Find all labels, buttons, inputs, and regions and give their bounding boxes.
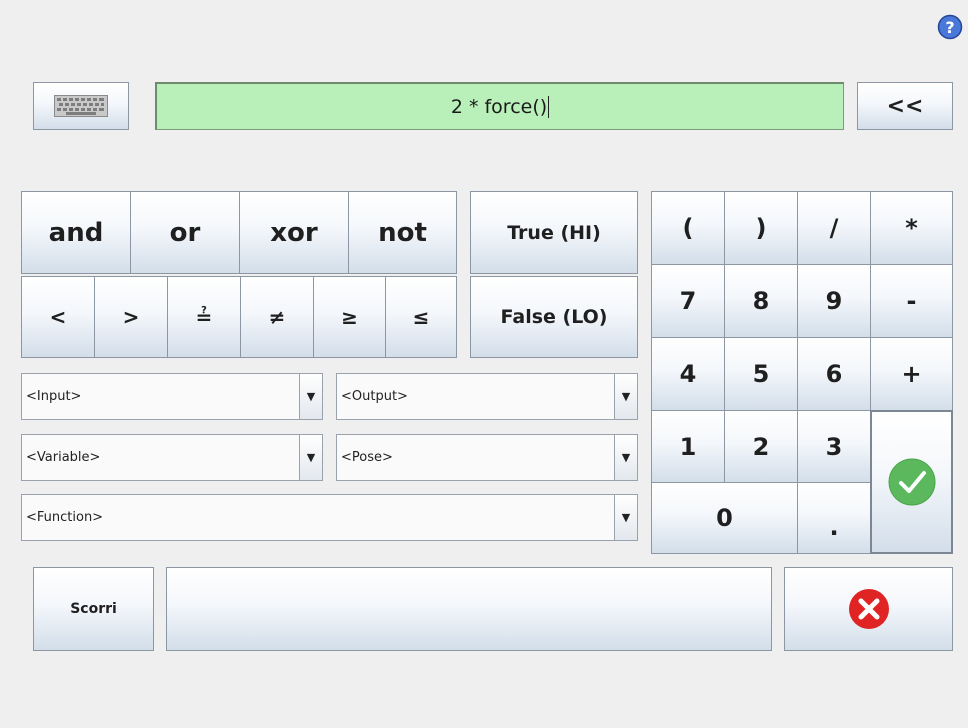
expression-text: 2 * force() — [450, 95, 548, 118]
backspace-button[interactable]: << — [857, 82, 953, 130]
suggestion-bar[interactable] — [166, 567, 772, 651]
key-6[interactable]: 6 — [797, 337, 871, 411]
not-equal-label: ≠ — [268, 305, 286, 329]
true-button[interactable]: True (HI) — [470, 191, 638, 274]
variable-dropdown-value: <Variable> — [26, 450, 101, 465]
greater-equal-button[interactable]: ≥ — [313, 276, 386, 358]
chevron-down-icon[interactable]: ▼ — [614, 435, 637, 480]
function-dropdown-value: <Function> — [26, 510, 104, 525]
cancel-button[interactable] — [784, 567, 953, 651]
key-label: 1 — [679, 432, 697, 461]
key-label: / — [829, 214, 839, 242]
or-button[interactable]: or — [130, 191, 240, 274]
function-dropdown[interactable]: <Function> ▼ — [21, 494, 638, 541]
key-label: 4 — [679, 360, 697, 388]
scroll-button[interactable]: Scorri — [33, 567, 154, 651]
key-0[interactable]: 0 — [651, 482, 798, 554]
chevron-down-icon[interactable]: ▼ — [614, 495, 637, 540]
ok-button[interactable] — [870, 410, 953, 554]
key-multiply[interactable]: * — [870, 191, 953, 265]
not-equal-button[interactable]: ≠ — [240, 276, 314, 358]
or-label: or — [169, 217, 201, 248]
key-3[interactable]: 3 — [797, 410, 871, 483]
expression-field[interactable]: 2 * force() — [155, 82, 844, 130]
not-button[interactable]: not — [348, 191, 457, 274]
help-button[interactable]: ? — [937, 14, 963, 40]
scroll-label: Scorri — [70, 601, 117, 617]
false-label: False (LO) — [500, 306, 608, 328]
keyboard-icon — [54, 95, 108, 117]
greater-than-button[interactable]: > — [94, 276, 168, 358]
key-close-paren[interactable]: ) — [724, 191, 798, 265]
key-label: 2 — [752, 432, 770, 461]
equal-label: ≟ — [195, 305, 213, 329]
key-label: + — [901, 360, 922, 388]
xor-label: xor — [270, 217, 318, 248]
key-label: 5 — [752, 360, 770, 388]
less-than-button[interactable]: < — [21, 276, 95, 358]
key-label: 9 — [825, 287, 843, 315]
svg-text:?: ? — [945, 18, 954, 37]
false-button[interactable]: False (LO) — [470, 276, 638, 358]
key-open-paren[interactable]: ( — [651, 191, 725, 265]
keyboard-button[interactable] — [33, 82, 129, 130]
xor-button[interactable]: xor — [239, 191, 349, 274]
key-minus[interactable]: - — [870, 264, 953, 338]
and-button[interactable]: and — [21, 191, 131, 274]
key-label: 7 — [679, 287, 697, 315]
equal-button[interactable]: ≟ — [167, 276, 241, 358]
pose-dropdown-value: <Pose> — [341, 450, 393, 465]
less-equal-button[interactable]: ≤ — [385, 276, 457, 358]
text-cursor — [548, 95, 550, 118]
key-label: ( — [682, 214, 694, 242]
input-dropdown-value: <Input> — [26, 389, 82, 404]
pose-dropdown[interactable]: <Pose> ▼ — [336, 434, 638, 481]
backspace-label: << — [886, 93, 924, 119]
variable-dropdown[interactable]: <Variable> ▼ — [21, 434, 323, 481]
and-label: and — [48, 217, 104, 248]
key-7[interactable]: 7 — [651, 264, 725, 338]
cancel-icon — [848, 589, 889, 629]
key-label: - — [906, 287, 917, 315]
key-label: 3 — [825, 432, 843, 461]
key-5[interactable]: 5 — [724, 337, 798, 411]
key-dot[interactable]: . — [797, 482, 871, 554]
not-label: not — [378, 217, 427, 248]
output-dropdown[interactable]: <Output> ▼ — [336, 373, 638, 420]
key-divide[interactable]: / — [797, 191, 871, 265]
checkmark-icon — [888, 458, 935, 506]
key-label: 0 — [716, 504, 733, 532]
key-label: . — [829, 513, 839, 541]
true-label: True (HI) — [507, 221, 601, 244]
key-2[interactable]: 2 — [724, 410, 798, 483]
greater-than-label: > — [122, 305, 140, 329]
greater-equal-label: ≥ — [341, 305, 358, 329]
key-label: 8 — [752, 287, 770, 315]
less-than-label: < — [49, 305, 67, 329]
key-9[interactable]: 9 — [797, 264, 871, 338]
output-dropdown-value: <Output> — [341, 389, 408, 404]
key-8[interactable]: 8 — [724, 264, 798, 338]
less-equal-label: ≤ — [412, 305, 430, 329]
chevron-down-icon[interactable]: ▼ — [614, 374, 637, 419]
key-plus[interactable]: + — [870, 337, 953, 411]
key-label: * — [905, 214, 918, 242]
key-label: ) — [755, 214, 767, 242]
key-1[interactable]: 1 — [651, 410, 725, 483]
help-icon: ? — [937, 14, 963, 40]
key-label: 6 — [825, 360, 843, 388]
input-dropdown[interactable]: <Input> ▼ — [21, 373, 323, 420]
key-4[interactable]: 4 — [651, 337, 725, 411]
chevron-down-icon[interactable]: ▼ — [299, 374, 322, 419]
chevron-down-icon[interactable]: ▼ — [299, 435, 322, 480]
